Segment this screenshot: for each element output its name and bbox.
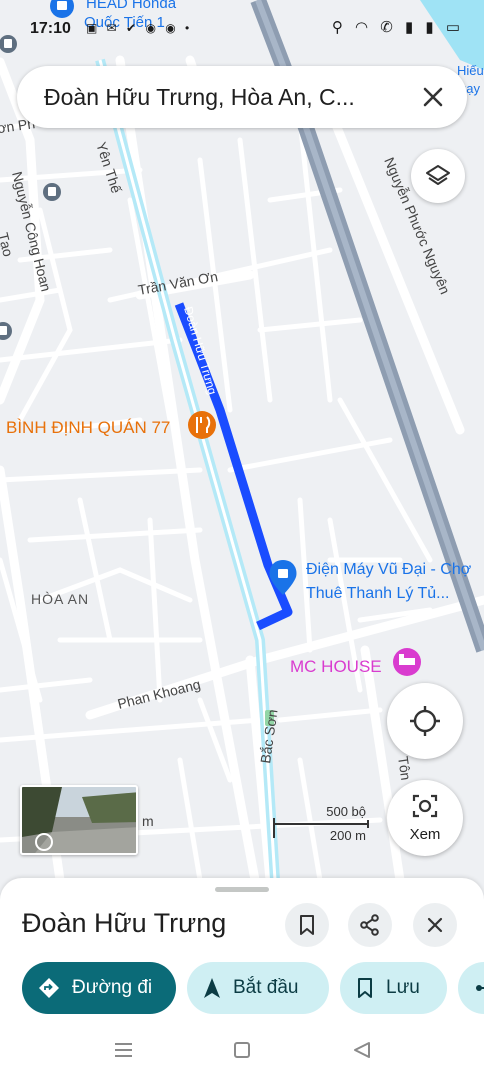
view-button[interactable]: Xem	[387, 780, 463, 856]
layers-icon	[426, 165, 450, 185]
save-label: Lưu	[386, 977, 420, 998]
menu-icon[interactable]	[115, 1043, 132, 1057]
action-chips: Đường đi Bắt đầu Lưu	[22, 962, 484, 1014]
label-binh-dinh-quan: BÌNH ĐỊNH QUÁN 77	[6, 418, 170, 437]
more-actions-chip[interactable]	[458, 962, 484, 1014]
layers-button[interactable]	[411, 149, 465, 203]
home-icon[interactable]	[234, 1042, 250, 1058]
sheet-drag-handle[interactable]	[215, 887, 269, 892]
directions-button[interactable]: Đường đi	[22, 962, 176, 1014]
start-button[interactable]: Bắt đầu	[187, 962, 329, 1014]
bookmark-icon	[300, 915, 314, 935]
label-m: m	[142, 813, 154, 829]
label-ton: Tôn	[395, 755, 414, 781]
system-nav-bar	[0, 1030, 484, 1070]
label-hieu-1: Hiếu	[457, 63, 484, 78]
status-bar: 17:10 ▣ ✉ ✔ ◉ ◉ • ⚲ ◠ ✆ ▮ ▮ ▭	[0, 0, 484, 46]
bookmark-icon	[358, 978, 372, 998]
map-scale: 500 bộ 200 m	[272, 804, 372, 848]
place-title: Đoàn Hữu Trưng	[22, 908, 227, 938]
share-icon	[360, 914, 379, 936]
camera-lens-icon	[412, 794, 438, 818]
search-bar[interactable]: Đoàn Hữu Trưng, Hòa An, C...	[17, 66, 467, 128]
label-dien-may-2: Thuê Thanh Lý Tủ...	[306, 585, 450, 602]
label-hoa-an: HÒA AN	[31, 591, 89, 607]
crosshair-icon	[410, 706, 440, 736]
start-label: Bắt đầu	[233, 977, 299, 998]
bus-stop-icon-2	[43, 183, 61, 201]
directions-icon	[39, 978, 59, 998]
system-status-icons: ⚲ ◠ ✆ ▮ ▮ ▭	[331, 19, 464, 36]
close-icon[interactable]	[419, 83, 447, 111]
street-view-thumbnail[interactable]	[20, 785, 138, 855]
restaurant-pin-icon	[188, 411, 216, 439]
save-icon-button[interactable]	[285, 903, 329, 947]
search-query[interactable]: Đoàn Hữu Trưng, Hòa An, C...	[44, 84, 404, 111]
hotel-pin-icon	[393, 648, 421, 676]
scale-metric: 200 m	[329, 828, 366, 843]
status-time: 17:10	[30, 20, 71, 37]
directions-label: Đường đi	[72, 977, 153, 998]
close-icon	[427, 917, 443, 933]
close-sheet-button[interactable]	[413, 903, 457, 947]
navigation-arrow-icon	[204, 978, 220, 998]
share-button[interactable]	[348, 903, 392, 947]
back-icon[interactable]	[354, 1042, 370, 1058]
notification-icons: ▣ ✉ ✔ ◉ ◉ •	[86, 21, 193, 35]
label-mc-house: MC HOUSE	[290, 657, 382, 676]
label-dien-may-1: Điện Máy Vũ Đại - Chợ	[306, 561, 472, 578]
share-icon	[476, 985, 484, 991]
view-button-label: Xem	[409, 826, 441, 843]
save-button[interactable]: Lưu	[340, 962, 447, 1014]
my-location-button[interactable]	[387, 683, 463, 759]
